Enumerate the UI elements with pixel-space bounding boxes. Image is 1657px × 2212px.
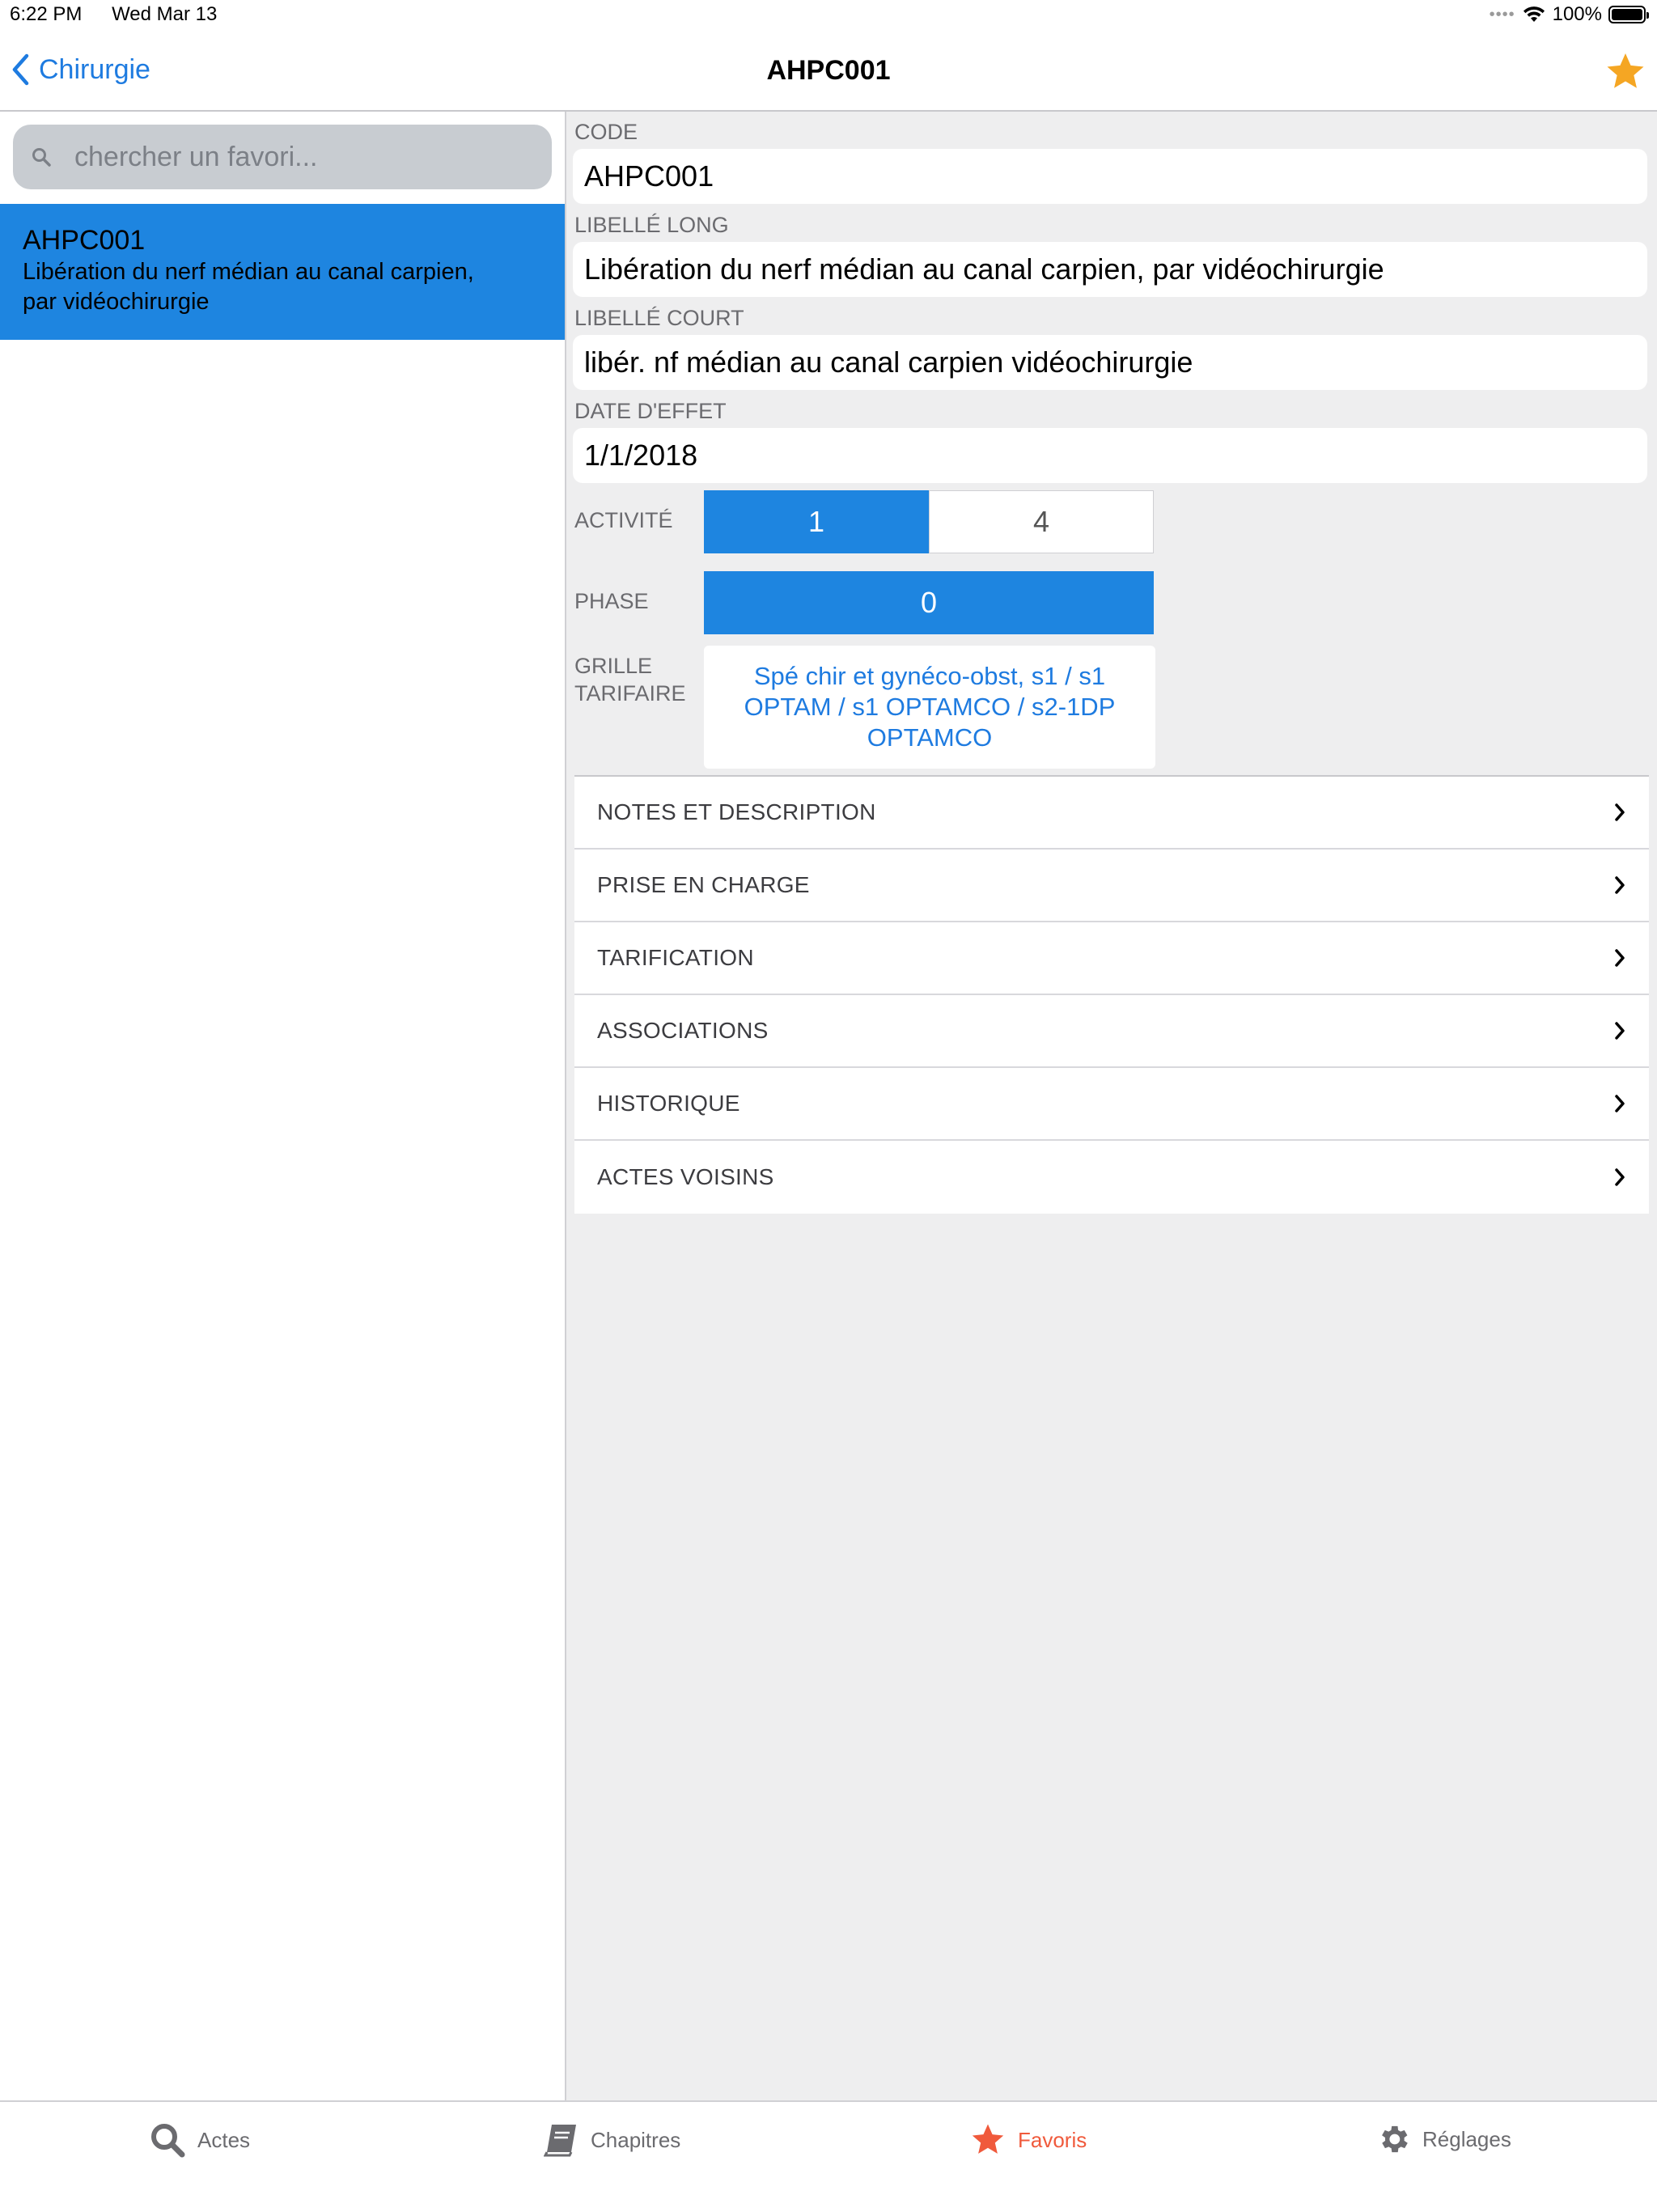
menu-item-label: ASSOCIATIONS [597,1018,769,1043]
short-label: LIBELLÉ COURT [574,306,744,330]
activite-option-1[interactable]: 1 [704,490,929,553]
tab-reglages[interactable]: Réglages [1375,2121,1511,2157]
book-icon [544,2125,576,2157]
menu-item-tarification[interactable]: TARIFICATION [574,922,1649,995]
signal-icon: •••• [1489,5,1515,23]
menu-item-label: ACTES VOISINS [597,1164,774,1189]
wifi-icon [1523,6,1545,22]
date-field: 1/1/2018 [573,428,1647,483]
chevron-right-icon [1615,1022,1625,1040]
search-input[interactable] [73,140,529,174]
tab-label: Réglages [1422,2126,1511,2151]
menu-item-associations[interactable]: ASSOCIATIONS [574,995,1649,1068]
short-field: libér. nf médian au canal carpien vidéoc… [573,335,1647,390]
favorite-star-button[interactable] [1604,50,1647,98]
grille-label: GRILLE TARIFAIRE [574,652,686,707]
detail-menu-list: NOTES ET DESCRIPTION PRISE EN CHARGE TAR… [574,775,1649,1214]
status-left: 6:22 PM Wed Mar 13 [10,3,241,26]
sidebar: AHPC001 Libération du nerf médian au can… [0,112,566,2100]
phase-segmented-control: 0 [704,571,1154,634]
tab-chapitres[interactable]: Chapitres [544,2121,680,2159]
favorite-list-item[interactable]: AHPC001 Libération du nerf médian au can… [0,204,565,340]
menu-item-label: PRISE EN CHARGE [597,872,810,897]
status-bar: 6:22 PM Wed Mar 13 •••• 100% [0,0,1657,32]
menu-item-label: NOTES ET DESCRIPTION [597,799,876,824]
date-label: DATE D'EFFET [574,399,727,423]
gear-icon [1382,2125,1408,2153]
tab-label: Chapitres [591,2127,681,2152]
code-label: CODE [574,120,638,144]
long-field: Libération du nerf médian au canal carpi… [573,242,1647,297]
tab-label: Actes [197,2127,251,2152]
search-icon [32,148,51,167]
detail-panel: CODE AHPC001 LIBELLÉ LONG Libération du … [566,112,1657,2100]
page-title: AHPC001 [766,55,891,86]
navigation-bar: Chirurgie AHPC001 [0,32,1657,112]
menu-item-notes[interactable]: NOTES ET DESCRIPTION [574,777,1649,850]
status-time: 6:22 PM [10,3,83,25]
favorite-code: AHPC001 [23,225,146,256]
chevron-right-icon [1615,949,1625,967]
chevron-right-icon [1615,803,1625,821]
activite-segmented-control: 1 4 [704,490,1154,553]
search-icon [151,2124,185,2158]
menu-item-actes-voisins[interactable]: ACTES VOISINS [574,1141,1649,1214]
menu-item-label: TARIFICATION [597,945,754,970]
battery-percent: 100% [1552,3,1602,25]
menu-item-label: HISTORIQUE [597,1091,740,1116]
code-field: AHPC001 [573,149,1647,204]
grille-tarifaire-button[interactable]: Spé chir et gynéco-obst, s1 / s1 OPTAM /… [704,646,1155,769]
tab-actes[interactable]: Actes [149,2121,250,2159]
star-icon [1607,53,1644,88]
status-date: Wed Mar 13 [112,3,218,25]
tab-favoris[interactable]: Favoris [969,2121,1087,2159]
search-bar[interactable] [13,125,552,189]
favorite-label: Libération du nerf médian au canal carpi… [23,259,474,315]
menu-item-prise-en-charge[interactable]: PRISE EN CHARGE [574,850,1649,922]
activite-option-4[interactable]: 4 [929,490,1154,553]
status-right: •••• 100% [1489,3,1649,26]
star-icon [972,2124,1004,2154]
long-label: LIBELLÉ LONG [574,213,729,237]
menu-item-historique[interactable]: HISTORIQUE [574,1068,1649,1141]
grille-label-line-2: TARIFAIRE [574,681,686,706]
phase-option-0[interactable]: 0 [704,571,1154,634]
phase-label: PHASE [574,589,649,613]
grille-label-line-1: GRILLE [574,654,653,678]
chevron-right-icon [1615,1095,1625,1112]
activite-label: ACTIVITÉ [574,508,673,532]
battery-icon [1608,6,1649,23]
tab-bar: Actes Chapitres Favoris Réglages [0,2100,1657,2212]
chevron-right-icon [1615,876,1625,894]
tab-label: Favoris [1018,2127,1087,2152]
chevron-right-icon [1615,1168,1625,1186]
